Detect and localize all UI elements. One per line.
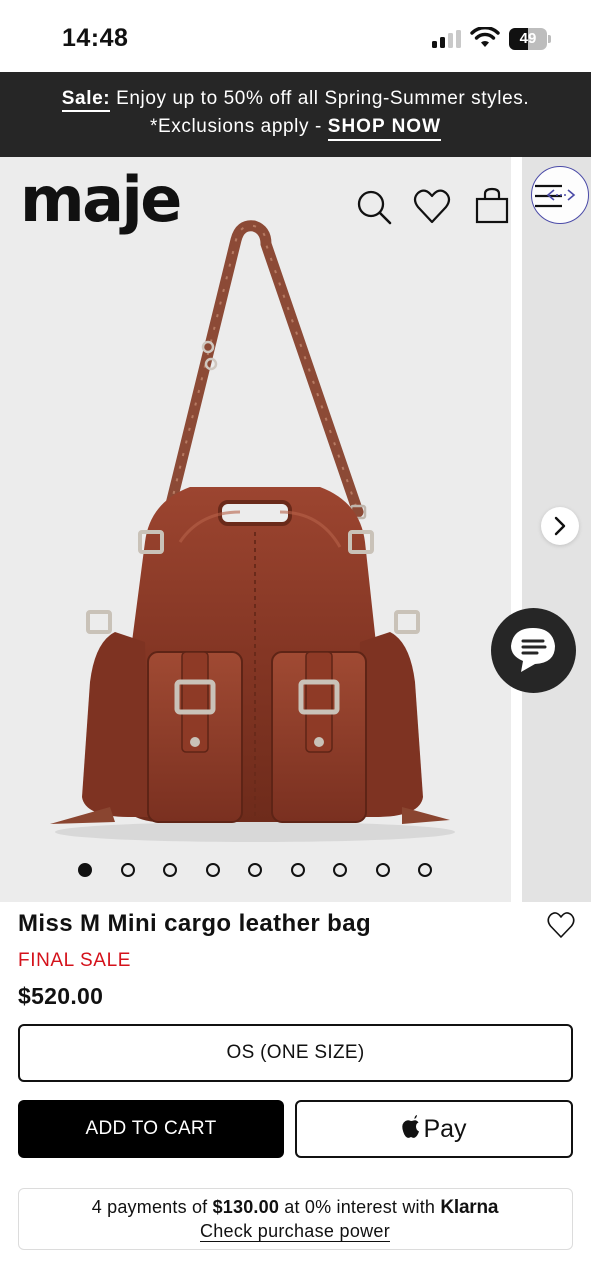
klarna-widget: 4 payments of $130.00 at 0% interest wit…	[18, 1188, 573, 1250]
status-time: 14:48	[62, 24, 129, 52]
shop-now-link[interactable]: SHOP NOW	[327, 116, 441, 141]
gallery-dot[interactable]	[205, 863, 220, 877]
klarna-logo: Klarna	[440, 1197, 499, 1218]
status-bar: 14:48 49	[0, 0, 591, 72]
check-purchase-power-link[interactable]: Check purchase power	[19, 1221, 571, 1242]
product-image-main[interactable]	[0, 157, 511, 902]
gallery-dot[interactable]	[290, 863, 305, 877]
gallery-dot[interactable]	[78, 863, 92, 877]
promo-sale-label: Sale:	[61, 88, 111, 112]
gallery-dot[interactable]	[333, 863, 347, 877]
final-sale-badge: FINAL SALE	[18, 950, 132, 971]
promo-exclusions-line: *Exclusions apply - SHOP NOW	[0, 116, 591, 141]
gallery-pagination	[0, 863, 511, 879]
klarna-amount: $130.00	[212, 1197, 280, 1217]
promo-exclusions: *Exclusions apply -	[149, 116, 328, 137]
apple-pay-label: Pay	[423, 1115, 467, 1143]
gallery-dot[interactable]	[248, 863, 262, 877]
product-image	[50, 220, 455, 842]
product-gallery[interactable]: maje	[0, 157, 591, 902]
chat-icon	[511, 628, 555, 672]
apple-icon	[402, 1115, 420, 1139]
product-title: Miss M Mini cargo leather bag	[18, 910, 372, 937]
chevron-right-icon	[554, 516, 566, 536]
heart-icon[interactable]	[412, 187, 452, 227]
search-icon[interactable]	[354, 187, 394, 227]
promo-sale-text: Enjoy up to 50% off all Spring-Summer st…	[110, 88, 530, 109]
gallery-dot[interactable]	[163, 863, 177, 877]
gallery-dot[interactable]	[120, 863, 135, 877]
klarna-message: 4 payments of $130.00 at 0% interest wit…	[91, 1197, 499, 1218]
battery-icon: 49	[509, 28, 551, 50]
battery-level: 49	[519, 30, 537, 47]
wifi-icon	[470, 27, 500, 47]
next-image-button[interactable]	[541, 507, 579, 545]
gallery-dot[interactable]	[375, 863, 390, 877]
heart-icon[interactable]	[546, 910, 576, 940]
menu-button[interactable]	[531, 166, 589, 224]
maje-logo[interactable]: maje	[20, 169, 182, 231]
add-to-cart-button[interactable]: ADD TO CART	[18, 1100, 284, 1158]
apple-pay-button[interactable]: Pay	[295, 1100, 573, 1158]
product-price: $520.00	[18, 983, 104, 1009]
bag-icon[interactable]	[472, 185, 512, 225]
promo-banner: Sale: Enjoy up to 50% off all Spring-Sum…	[0, 72, 591, 157]
size-selector[interactable]: OS (ONE SIZE)	[18, 1024, 573, 1082]
menu-icon	[535, 184, 576, 208]
promo-sale-line: Sale: Enjoy up to 50% off all Spring-Sum…	[0, 88, 591, 112]
gallery-dot[interactable]	[418, 863, 432, 877]
chat-button[interactable]	[491, 608, 576, 693]
signal-icon	[432, 30, 462, 48]
